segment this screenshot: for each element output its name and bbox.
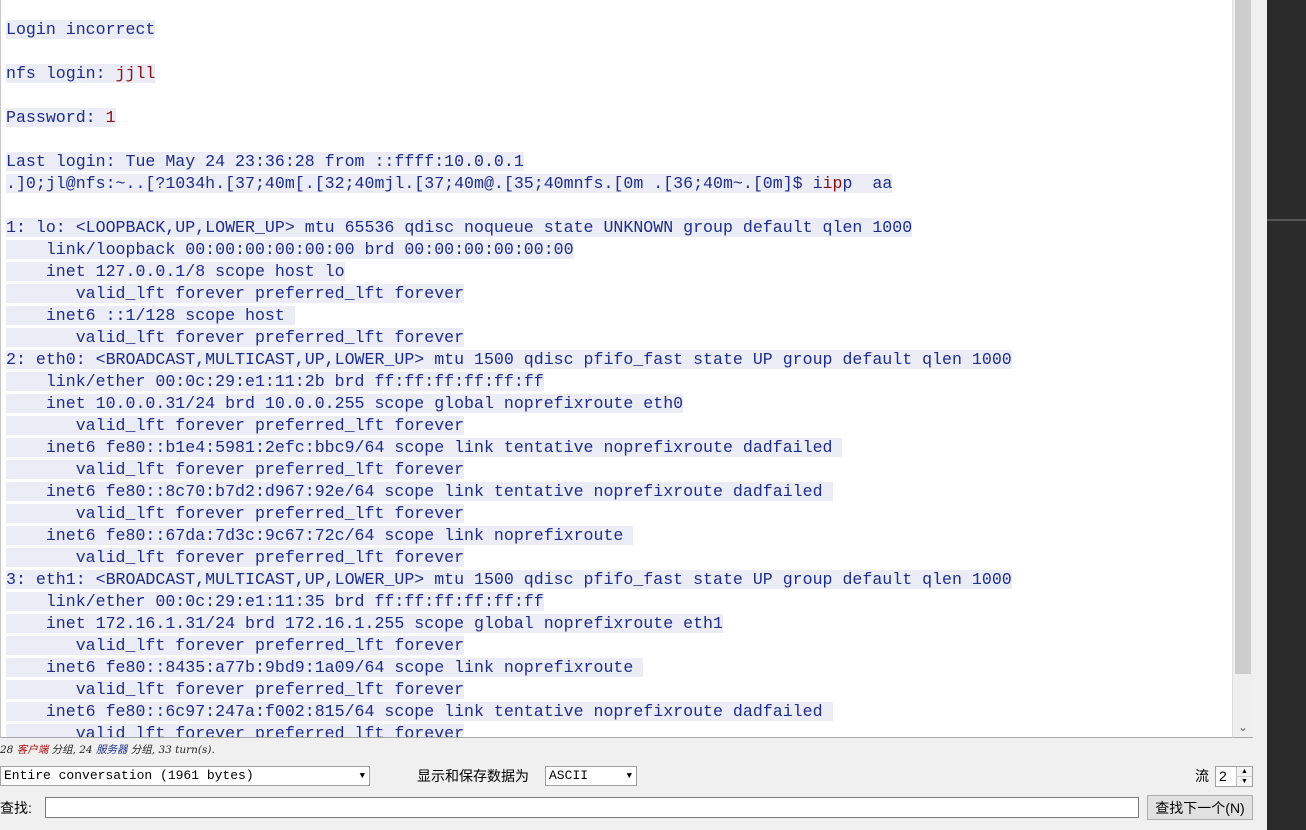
stream-number-spinner[interactable]: 2 ▲ ▼ [1215, 766, 1253, 787]
conversation-select-value: Entire conversation (1961 bytes) [4, 768, 254, 783]
stream-line-tail: p a [842, 174, 883, 193]
dropdown-arrow-icon[interactable]: ▼ [627, 767, 632, 785]
side-strip [1267, 0, 1306, 830]
stream-line: inet 127.0.0.1/8 scope host lo [6, 261, 1012, 283]
stream-line-text: inet 10.0.0.31/24 brd 10.0.0.255 scope g… [6, 394, 684, 413]
stream-line-text: valid_lft forever preferred_lft forever [6, 460, 465, 479]
stream-content-pane[interactable]: Login incorrect nfs login: jjll Password: … [0, 0, 1233, 738]
server-packet-count: 24 [79, 744, 93, 756]
dropdown-arrow-icon[interactable]: ▼ [360, 767, 365, 785]
stream-line: 1: lo: <LOOPBACK,UP,LOWER_UP> mtu 65536 … [6, 217, 1012, 239]
find-next-button[interactable]: 查找下一个(N) [1147, 795, 1253, 820]
stream-line [6, 85, 1012, 107]
stream-line: valid_lft forever preferred_lft forever [6, 723, 1012, 737]
stream-line-text: inet6 fe80::8435:a77b:9bd9:1a09/64 scope… [6, 658, 644, 677]
stream-line-text: .]0;jl@nfs:~..[?1034h.[37;40m[.[32;40mjl… [6, 174, 823, 193]
stream-label: 流 [1195, 768, 1209, 784]
scroll-down-chevron-icon[interactable]: ⌄ [1235, 719, 1251, 735]
stream-line: link/ether 00:0c:29:e1:11:2b brd ff:ff:f… [6, 371, 1012, 393]
stream-line: valid_lft forever preferred_lft forever [6, 679, 1012, 701]
side-divider [1267, 219, 1306, 221]
stream-line-tail2: a [882, 174, 893, 193]
find-input[interactable] [45, 797, 1139, 818]
stream-number-value[interactable]: 2 [1219, 767, 1227, 786]
spin-up-icon[interactable]: ▲ [1236, 767, 1252, 777]
stream-line-text: inet6 fe80::67da:7d3c:9c67:72c/64 scope … [6, 526, 634, 545]
stream-line [6, 129, 1012, 151]
stream-line-text: nfs login: [6, 64, 116, 83]
stream-line: inet6 ::1/128 scope host [6, 305, 1012, 327]
stream-line-text: inet6 fe80::b1e4:5981:2efc:bbc9/64 scope… [6, 438, 843, 457]
stream-line-text: valid_lft forever preferred_lft forever [6, 680, 465, 699]
stream-line-text: Login incorrect [6, 20, 156, 39]
stream-line [6, 41, 1012, 63]
format-select[interactable]: ASCII ▼ [545, 766, 637, 786]
stream-line-echo: jjll [115, 64, 156, 83]
client-label: 客户端 [16, 744, 49, 756]
stream-line: 3: eth1: <BROADCAST,MULTICAST,UP,LOWER_U… [6, 569, 1012, 591]
stream-line: valid_lft forever preferred_lft forever [6, 459, 1012, 481]
turn-count: 33 turn(s). [158, 744, 215, 756]
stream-line: inet6 fe80::8435:a77b:9bd9:1a09/64 scope… [6, 657, 1012, 679]
client-packet-count: 28 [0, 744, 14, 756]
stream-line: .]0;jl@nfs:~..[?1034h.[37;40m[.[32;40mjl… [6, 173, 1012, 195]
status-sep-2: 分组, [127, 744, 159, 756]
spin-down-icon[interactable]: ▼ [1236, 777, 1252, 786]
stream-line-text: Password: [6, 108, 106, 127]
stream-line-text: inet6 fe80::8c70:b7d2:d967:92e/64 scope … [6, 482, 833, 501]
stream-line: valid_lft forever preferred_lft forever [6, 327, 1012, 349]
server-label: 服务器 [95, 744, 128, 756]
stream-line-text: valid_lft forever preferred_lft forever [6, 284, 465, 303]
stream-text[interactable]: Login incorrect nfs login: jjll Password: … [6, 19, 1012, 737]
stream-line: valid_lft forever preferred_lft forever [6, 635, 1012, 657]
find-label: 查找: [0, 800, 32, 816]
stream-line-text: valid_lft forever preferred_lft forever [6, 636, 465, 655]
stream-line-text: inet6 ::1/128 scope host [6, 306, 295, 325]
stream-line: inet6 fe80::6c97:247a:f002:815/64 scope … [6, 701, 1012, 723]
stream-line: valid_lft forever preferred_lft forever [6, 415, 1012, 437]
stream-line: valid_lft forever preferred_lft forever [6, 547, 1012, 569]
stream-line-text: valid_lft forever preferred_lft forever [6, 328, 465, 347]
stream-line-text: inet 172.16.1.31/24 brd 172.16.1.255 sco… [6, 614, 723, 633]
stream-line [6, 195, 1012, 217]
stream-line-text: valid_lft forever preferred_lft forever [6, 504, 465, 523]
stream-line: nfs login: jjll [6, 63, 1012, 85]
stream-line-text: valid_lft forever preferred_lft forever [6, 548, 465, 567]
packet-summary-status: 28 客户端 分组, 24 服务器 分组, 33 turn(s). [0, 741, 215, 759]
stream-line-text: valid_lft forever preferred_lft forever [6, 724, 465, 737]
stream-line-text: link/loopback 00:00:00:00:00:00 brd 00:0… [6, 240, 574, 259]
stream-line-text: link/ether 00:0c:29:e1:11:35 brd ff:ff:f… [6, 592, 544, 611]
stream-line: link/loopback 00:00:00:00:00:00 brd 00:0… [6, 239, 1012, 261]
stream-line: 2: eth0: <BROADCAST,MULTICAST,UP,LOWER_U… [6, 349, 1012, 371]
stream-line: valid_lft forever preferred_lft forever [6, 503, 1012, 525]
stream-line: link/ether 00:0c:29:e1:11:35 brd ff:ff:f… [6, 591, 1012, 613]
stream-line-text: valid_lft forever preferred_lft forever [6, 416, 465, 435]
stream-line: inet 172.16.1.31/24 brd 172.16.1.255 sco… [6, 613, 1012, 635]
stream-line: valid_lft forever preferred_lft forever [6, 283, 1012, 305]
format-label: 显示和保存数据为 [417, 768, 529, 784]
stream-line-text: inet 127.0.0.1/8 scope host lo [6, 262, 345, 281]
stream-line-text: inet6 fe80::6c97:247a:f002:815/64 scope … [6, 702, 833, 721]
vertical-scrollbar[interactable]: ⌄ [1232, 0, 1253, 738]
stream-line-echo: ip [822, 174, 843, 193]
stream-line: inet6 fe80::b1e4:5981:2efc:bbc9/64 scope… [6, 437, 1012, 459]
stream-line-text: Last login: Tue May 24 23:36:28 from ::f… [6, 152, 524, 171]
scrollbar-thumb[interactable] [1235, 0, 1251, 674]
format-select-value: ASCII [549, 768, 589, 783]
stream-line-text: 3: eth1: <BROADCAST,MULTICAST,UP,LOWER_U… [6, 570, 1012, 589]
stream-line: inet6 fe80::67da:7d3c:9c67:72c/64 scope … [6, 525, 1012, 547]
stream-line-echo: 1 [105, 108, 116, 127]
stream-line-text: 1: lo: <LOOPBACK,UP,LOWER_UP> mtu 65536 … [6, 218, 913, 237]
stream-line-text: link/ether 00:0c:29:e1:11:2b brd ff:ff:f… [6, 372, 544, 391]
conversation-select[interactable]: Entire conversation (1961 bytes) ▼ [0, 766, 370, 786]
stream-line: Password: 1 [6, 107, 1012, 129]
stream-line: inet6 fe80::8c70:b7d2:d967:92e/64 scope … [6, 481, 1012, 503]
stream-line: Last login: Tue May 24 23:36:28 from ::f… [6, 151, 1012, 173]
stream-line: inet 10.0.0.31/24 brd 10.0.0.255 scope g… [6, 393, 1012, 415]
stream-line: Login incorrect [6, 19, 1012, 41]
status-sep-1: 分组, [48, 744, 80, 756]
stream-line-text: 2: eth0: <BROADCAST,MULTICAST,UP,LOWER_U… [6, 350, 1012, 369]
